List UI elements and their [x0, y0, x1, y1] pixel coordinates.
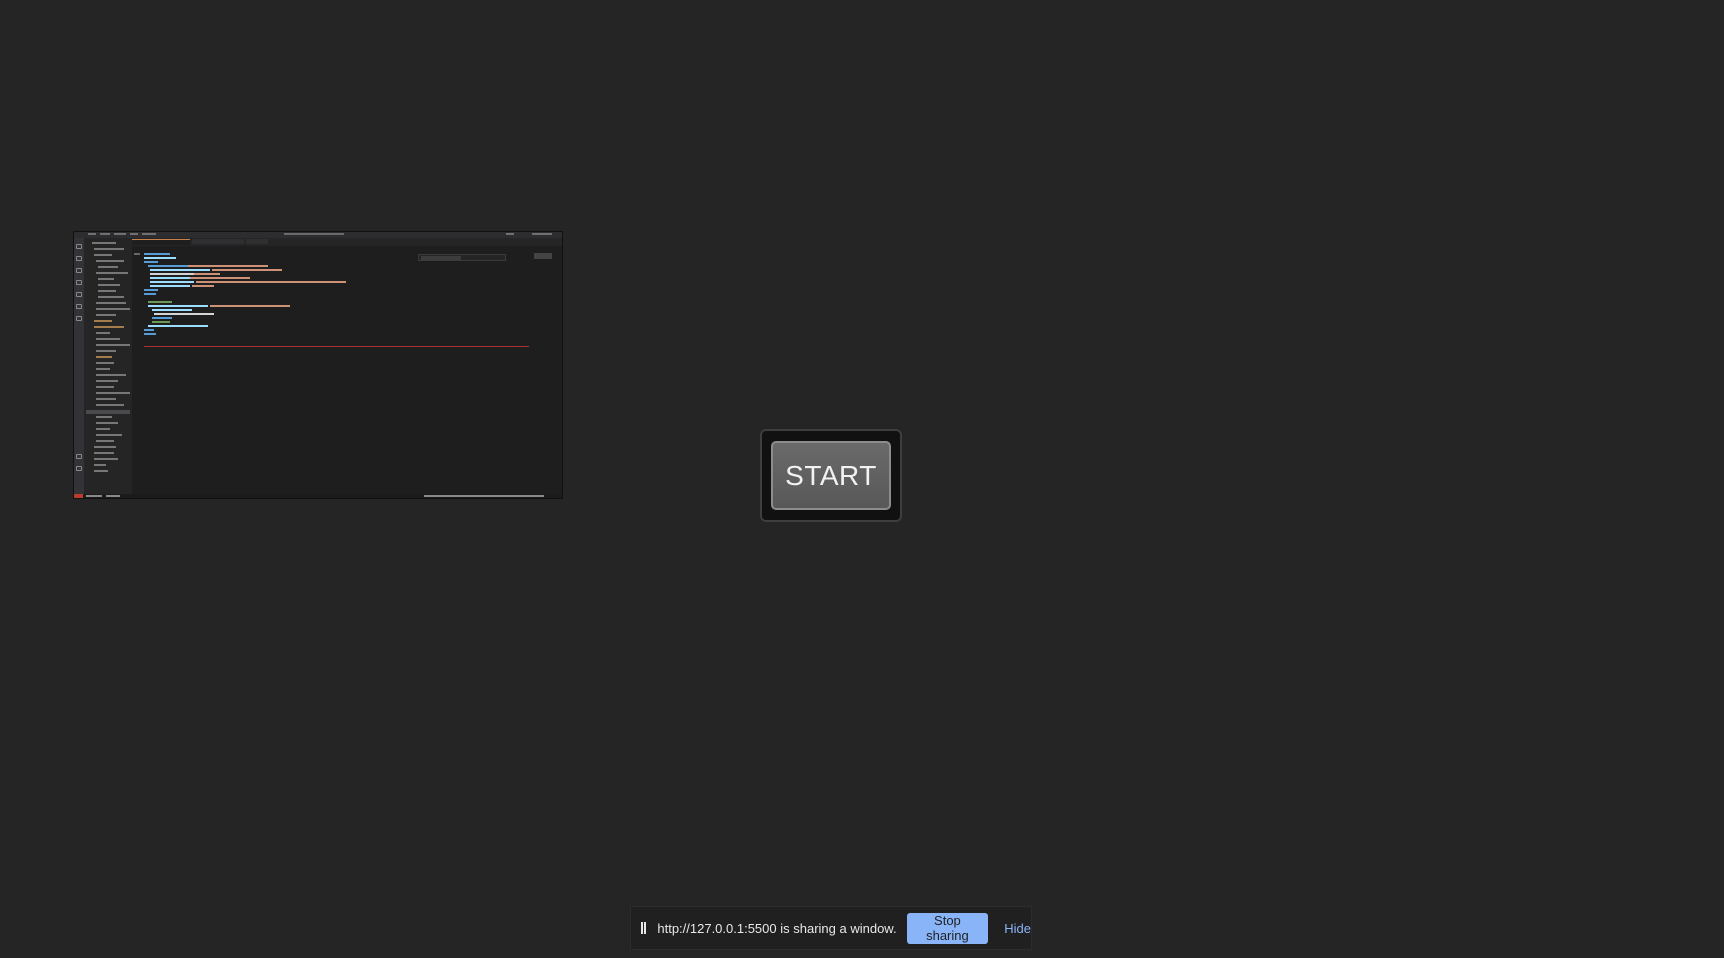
preview-minimap [530, 251, 558, 494]
screen-sharing-bar: http://127.0.0.1:5500 is sharing a windo… [630, 906, 1032, 950]
sharing-message: http://127.0.0.1:5500 is sharing a windo… [657, 920, 897, 936]
preview-code-editor [132, 251, 558, 494]
pause-icon [641, 922, 647, 934]
preview-editor-tabs [132, 238, 562, 246]
preview-file-explorer [84, 238, 132, 494]
stop-sharing-button[interactable]: Stop sharing [906, 912, 989, 944]
hide-button[interactable]: Hide [1004, 921, 1031, 936]
preview-activity-bar [74, 238, 84, 494]
start-button[interactable]: START [771, 441, 891, 510]
preview-status-bar [74, 494, 562, 498]
start-button-frame: START [760, 429, 902, 522]
preview-find-widget [418, 254, 506, 261]
shared-window-preview [73, 231, 563, 499]
